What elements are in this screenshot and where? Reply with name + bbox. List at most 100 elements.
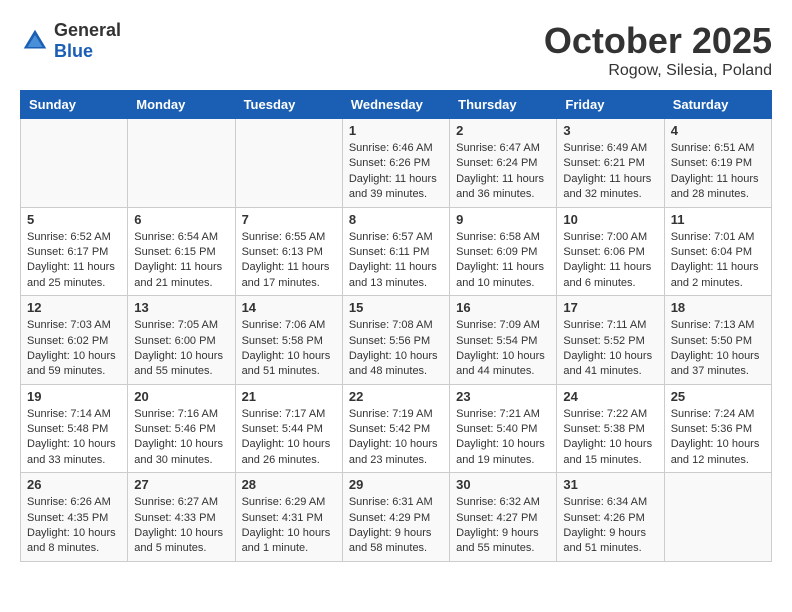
day-info: Sunrise: 7:16 AM Sunset: 5:46 PM Dayligh… [134,407,228,469]
day-number: 25 [671,389,765,404]
day-info: Sunrise: 6:54 AM Sunset: 6:15 PM Dayligh… [134,230,228,292]
logo-blue: Blue [54,41,93,61]
day-info: Sunrise: 6:31 AM Sunset: 4:29 PM Dayligh… [349,495,443,557]
day-number: 11 [671,212,765,227]
day-number: 13 [134,300,228,315]
calendar-cell: 1 Sunrise: 6:46 AM Sunset: 6:26 PM Daylig… [342,119,449,208]
day-number: 27 [134,477,228,492]
calendar-cell: 7Sunrise: 6:55 AM Sunset: 6:13 PM Daylig… [235,207,342,296]
day-info: Sunrise: 7:06 AM Sunset: 5:58 PM Dayligh… [242,318,336,380]
calendar-week-4: 19 Sunrise: 7:14 AM Sunset: 5:48 PM Dayli… [21,384,772,473]
day-number: 24 [563,389,657,404]
day-number: 19 [27,389,121,404]
calendar-cell: 9 Sunrise: 6:58 AM Sunset: 6:09 PM Daylig… [450,207,557,296]
calendar-cell: 30 Sunrise: 6:32 AM Sunset: 4:27 PM Dayli… [450,473,557,562]
calendar-cell: 26 Sunrise: 6:26 AM Sunset: 4:35 PM Dayli… [21,473,128,562]
calendar-cell: 3 Sunrise: 6:49 AM Sunset: 6:21 PM Daylig… [557,119,664,208]
calendar-cell [128,119,235,208]
day-info: Sunrise: 7:01 AM Sunset: 6:04 PM Dayligh… [671,230,765,292]
calendar-cell: 14 Sunrise: 7:06 AM Sunset: 5:58 PM Dayli… [235,296,342,385]
calendar-cell: 10 Sunrise: 7:00 AM Sunset: 6:06 PM Dayli… [557,207,664,296]
calendar-cell: 2Sunrise: 6:47 AM Sunset: 6:24 PM Daylig… [450,119,557,208]
calendar-cell: 16 Sunrise: 7:09 AM Sunset: 5:54 PM Dayli… [450,296,557,385]
day-info: Sunrise: 6:27 AM Sunset: 4:33 PM Dayligh… [134,495,228,557]
day-info: Sunrise: 6:26 AM Sunset: 4:35 PM Dayligh… [27,495,121,557]
calendar-cell: 31 Sunrise: 6:34 AM Sunset: 4:26 PM Dayli… [557,473,664,562]
day-info: Sunrise: 7:11 AM Sunset: 5:52 PM Dayligh… [563,318,657,380]
day-info: Sunrise: 7:24 AM Sunset: 5:36 PM Dayligh… [671,407,765,469]
calendar-cell: 24 Sunrise: 7:22 AM Sunset: 5:38 PM Dayli… [557,384,664,473]
day-number: 6 [134,212,228,227]
column-header-wednesday: Wednesday [342,91,449,119]
day-info: Sunrise: 7:19 AM Sunset: 5:42 PM Dayligh… [349,407,443,469]
day-number: 23 [456,389,550,404]
calendar-cell: 12Sunrise: 7:03 AM Sunset: 6:02 PM Dayli… [21,296,128,385]
day-info: Sunrise: 6:57 AM Sunset: 6:11 PM Dayligh… [349,230,443,292]
column-header-monday: Monday [128,91,235,119]
column-header-tuesday: Tuesday [235,91,342,119]
page-header: General Blue October 2025 Rogow, Silesia… [20,20,772,80]
day-number: 3 [563,123,657,138]
day-number: 7 [242,212,336,227]
logo-icon [20,26,50,56]
day-info: Sunrise: 6:32 AM Sunset: 4:27 PM Dayligh… [456,495,550,557]
day-number: 30 [456,477,550,492]
day-info: Sunrise: 7:14 AM Sunset: 5:48 PM Dayligh… [27,407,121,469]
calendar-cell: 19 Sunrise: 7:14 AM Sunset: 5:48 PM Dayli… [21,384,128,473]
day-number: 18 [671,300,765,315]
day-info: Sunrise: 7:05 AM Sunset: 6:00 PM Dayligh… [134,318,228,380]
day-info: Sunrise: 6:51 AM Sunset: 6:19 PM Dayligh… [671,141,765,203]
calendar-cell: 11 Sunrise: 7:01 AM Sunset: 6:04 PM Dayli… [664,207,771,296]
calendar-cell: 21Sunrise: 7:17 AM Sunset: 5:44 PM Dayli… [235,384,342,473]
calendar-cell: 17 Sunrise: 7:11 AM Sunset: 5:52 PM Dayli… [557,296,664,385]
month-title: October 2025 [544,20,772,62]
day-number: 31 [563,477,657,492]
logo: General Blue [20,20,121,62]
day-number: 1 [349,123,443,138]
day-number: 14 [242,300,336,315]
calendar-cell: 25 Sunrise: 7:24 AM Sunset: 5:36 PM Dayli… [664,384,771,473]
day-info: Sunrise: 6:52 AM Sunset: 6:17 PM Dayligh… [27,230,121,292]
calendar-cell: 6 Sunrise: 6:54 AM Sunset: 6:15 PM Daylig… [128,207,235,296]
calendar-table: SundayMondayTuesdayWednesdayThursdayFrid… [20,90,772,562]
calendar-cell: 29Sunrise: 6:31 AM Sunset: 4:29 PM Dayli… [342,473,449,562]
day-number: 17 [563,300,657,315]
calendar-cell: 23Sunrise: 7:21 AM Sunset: 5:40 PM Dayli… [450,384,557,473]
day-number: 2 [456,123,550,138]
day-info: Sunrise: 7:08 AM Sunset: 5:56 PM Dayligh… [349,318,443,380]
day-info: Sunrise: 6:49 AM Sunset: 6:21 PM Dayligh… [563,141,657,203]
day-number: 10 [563,212,657,227]
column-header-sunday: Sunday [21,91,128,119]
location: Rogow, Silesia, Poland [544,62,772,80]
day-info: Sunrise: 7:00 AM Sunset: 6:06 PM Dayligh… [563,230,657,292]
logo-text: General Blue [54,20,121,62]
calendar-week-1: 1 Sunrise: 6:46 AM Sunset: 6:26 PM Daylig… [21,119,772,208]
calendar-week-5: 26 Sunrise: 6:26 AM Sunset: 4:35 PM Dayli… [21,473,772,562]
calendar-cell: 15Sunrise: 7:08 AM Sunset: 5:56 PM Dayli… [342,296,449,385]
day-number: 5 [27,212,121,227]
calendar-week-3: 12Sunrise: 7:03 AM Sunset: 6:02 PM Dayli… [21,296,772,385]
column-header-thursday: Thursday [450,91,557,119]
calendar-cell: 5 Sunrise: 6:52 AM Sunset: 6:17 PM Daylig… [21,207,128,296]
calendar-cell: 27 Sunrise: 6:27 AM Sunset: 4:33 PM Dayli… [128,473,235,562]
day-info: Sunrise: 6:34 AM Sunset: 4:26 PM Dayligh… [563,495,657,557]
calendar-cell: 20Sunrise: 7:16 AM Sunset: 5:46 PM Dayli… [128,384,235,473]
day-info: Sunrise: 7:22 AM Sunset: 5:38 PM Dayligh… [563,407,657,469]
calendar-cell: 13 Sunrise: 7:05 AM Sunset: 6:00 PM Dayli… [128,296,235,385]
title-section: October 2025 Rogow, Silesia, Poland [544,20,772,80]
logo-general: General [54,20,121,40]
day-number: 12 [27,300,121,315]
calendar-cell: 4 Sunrise: 6:51 AM Sunset: 6:19 PM Daylig… [664,119,771,208]
day-number: 4 [671,123,765,138]
calendar-cell [235,119,342,208]
day-number: 26 [27,477,121,492]
calendar-cell: 8Sunrise: 6:57 AM Sunset: 6:11 PM Daylig… [342,207,449,296]
calendar-cell [21,119,128,208]
day-info: Sunrise: 6:46 AM Sunset: 6:26 PM Dayligh… [349,141,443,203]
day-number: 9 [456,212,550,227]
calendar-cell: 18Sunrise: 7:13 AM Sunset: 5:50 PM Dayli… [664,296,771,385]
day-number: 16 [456,300,550,315]
day-info: Sunrise: 6:29 AM Sunset: 4:31 PM Dayligh… [242,495,336,557]
day-info: Sunrise: 6:58 AM Sunset: 6:09 PM Dayligh… [456,230,550,292]
day-info: Sunrise: 7:09 AM Sunset: 5:54 PM Dayligh… [456,318,550,380]
